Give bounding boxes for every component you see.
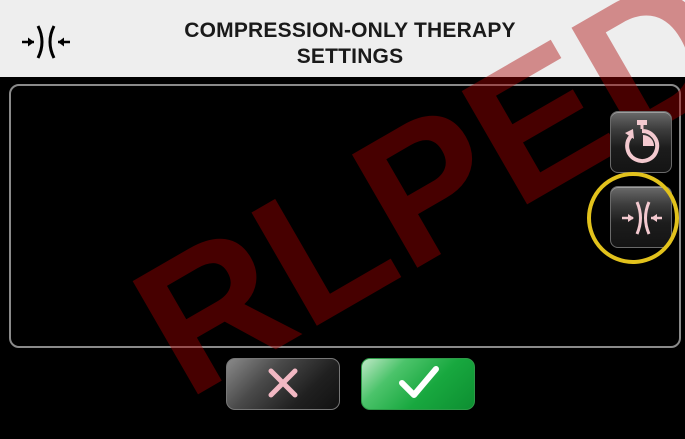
confirm-button[interactable] <box>361 358 475 410</box>
compression-icon <box>622 201 662 235</box>
cancel-button[interactable] <box>226 358 340 410</box>
compression-settings-button[interactable] <box>610 186 672 248</box>
checkmark-icon <box>399 366 439 398</box>
page-title: COMPRESSION-ONLY THERAPY SETTINGS <box>130 18 570 70</box>
close-icon <box>268 368 298 398</box>
timer-button[interactable] <box>610 111 672 173</box>
stopwatch-reset-icon <box>625 120 660 163</box>
title-line-2: SETTINGS <box>296 45 404 68</box>
header-bar: COMPRESSION-ONLY THERAPY SETTINGS <box>0 0 685 77</box>
compression-icon <box>22 25 70 59</box>
settings-panel <box>9 84 681 348</box>
title-line-1: COMPRESSION-ONLY THERAPY <box>184 19 516 42</box>
